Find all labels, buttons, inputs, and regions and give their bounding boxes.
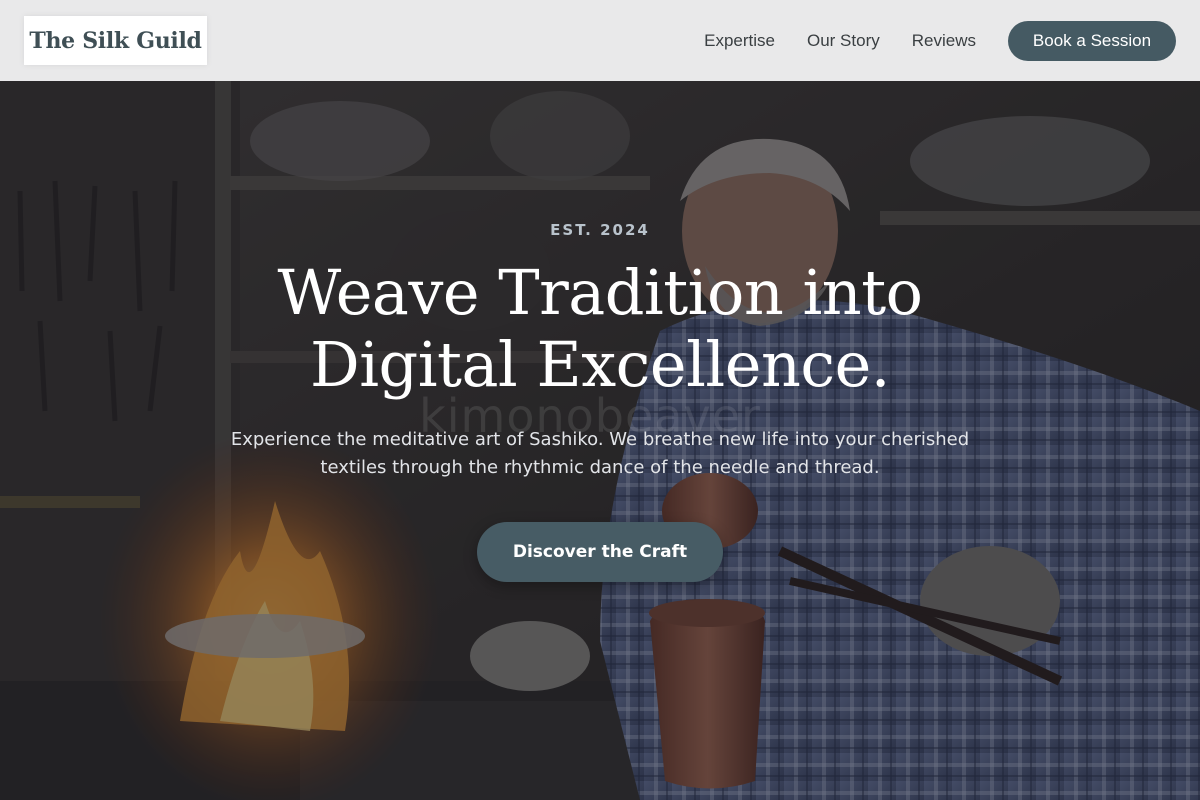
main-nav: Expertise Our Story Reviews Book a Sessi… [704,20,1176,61]
book-session-button[interactable]: Book a Session [1008,20,1176,61]
nav-link-reviews[interactable]: Reviews [912,31,976,51]
hero-eyebrow: EST. 2024 [550,221,650,239]
nav-link-our-story[interactable]: Our Story [807,31,880,51]
hero-subtext: Experience the meditative art of Sashiko… [180,426,1020,482]
hero-subtext-line-2: textiles through the rhythmic dance of t… [320,457,880,478]
hero-section: EST. 2024 Weave Tradition into Digital E… [0,81,1200,800]
logo-text: The Silk Guild [29,27,202,54]
hero-subtext-line-1: Experience the meditative art of Sashiko… [230,429,970,450]
hero-content: EST. 2024 Weave Tradition into Digital E… [0,81,1200,800]
nav-link-expertise[interactable]: Expertise [704,31,775,51]
hero-headline: Weave Tradition into Digital Excellence. [100,257,1100,401]
discover-craft-button[interactable]: Discover the Craft [477,522,723,582]
hero-headline-line-1: Weave Tradition into [277,256,923,329]
logo[interactable]: The Silk Guild [24,16,207,65]
site-header: The Silk Guild Expertise Our Story Revie… [0,0,1200,81]
